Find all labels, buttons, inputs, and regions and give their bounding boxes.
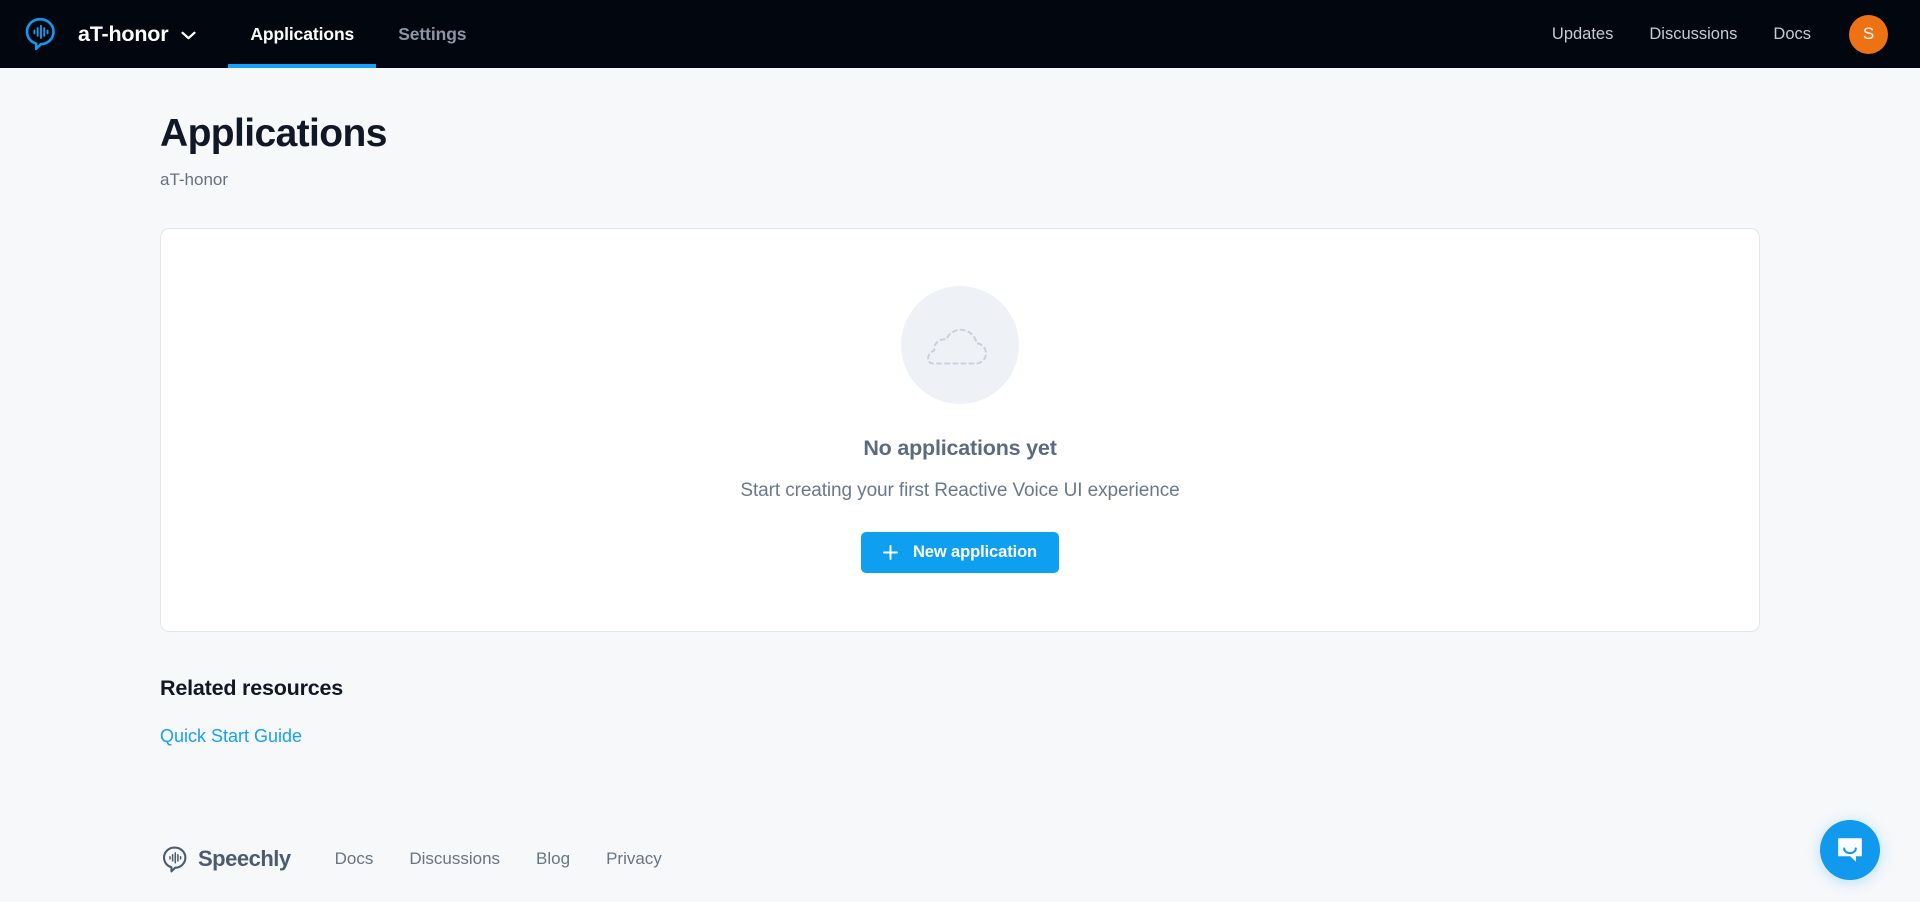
org-name-label: aT-honor — [78, 21, 169, 46]
page-title: Applications — [160, 112, 387, 155]
navbar-right-group: Updates Discussions Docs S — [1534, 14, 1888, 54]
page-header: Applications aT-honor — [160, 68, 1920, 190]
footer-wordmark: Speechly — [198, 846, 291, 871]
footer-link-privacy[interactable]: Privacy — [588, 849, 680, 869]
tab-settings[interactable]: Settings — [376, 0, 488, 68]
empty-state-title: No applications yet — [863, 436, 1057, 461]
empty-state-subtitle: Start creating your first Reactive Voice… — [740, 480, 1180, 502]
plus-icon — [882, 545, 898, 561]
applications-empty-card: No applications yet Start creating your … — [160, 227, 1760, 632]
related-resources-title: Related resources — [160, 675, 344, 700]
footer-brand[interactable]: Speechly — [160, 845, 291, 874]
intercom-launcher-button[interactable] — [1820, 820, 1880, 880]
related-resources-section: Related resources Quick Start Guide — [160, 676, 1920, 747]
footer-link-docs[interactable]: Docs — [317, 849, 392, 869]
empty-illustration — [901, 286, 1019, 405]
navbar-left-group: aT-honor Applications Settings — [22, 0, 488, 68]
footer-link-blog[interactable]: Blog — [518, 849, 588, 869]
page-footer: Speechly Docs Discussions Blog Privacy — [160, 816, 680, 902]
navbar-tabs: Applications Settings — [228, 0, 488, 68]
quick-start-guide-link[interactable]: Quick Start Guide — [160, 726, 302, 747]
org-switcher[interactable]: aT-honor — [78, 0, 196, 68]
avatar[interactable]: S — [1849, 14, 1888, 54]
speechly-logo-icon[interactable] — [22, 16, 58, 52]
tab-applications[interactable]: Applications — [228, 0, 376, 68]
page-subtitle: aT-honor — [160, 169, 229, 189]
new-application-button[interactable]: New application — [860, 532, 1060, 574]
speechly-logo-icon — [160, 845, 189, 874]
new-application-button-label: New application — [912, 543, 1038, 562]
footer-link-discussions[interactable]: Discussions — [391, 849, 518, 869]
cloud-dashed-icon — [927, 321, 993, 369]
chevron-down-icon — [181, 29, 196, 40]
nav-link-updates[interactable]: Updates — [1534, 25, 1631, 44]
nav-link-docs[interactable]: Docs — [1755, 25, 1829, 44]
page-content: Applications aT-honor No applications ye… — [0, 68, 1920, 902]
messenger-bubble-icon — [1835, 835, 1865, 865]
nav-link-discussions[interactable]: Discussions — [1631, 25, 1755, 44]
top-navbar: aT-honor Applications Settings Updates D… — [0, 0, 1920, 68]
